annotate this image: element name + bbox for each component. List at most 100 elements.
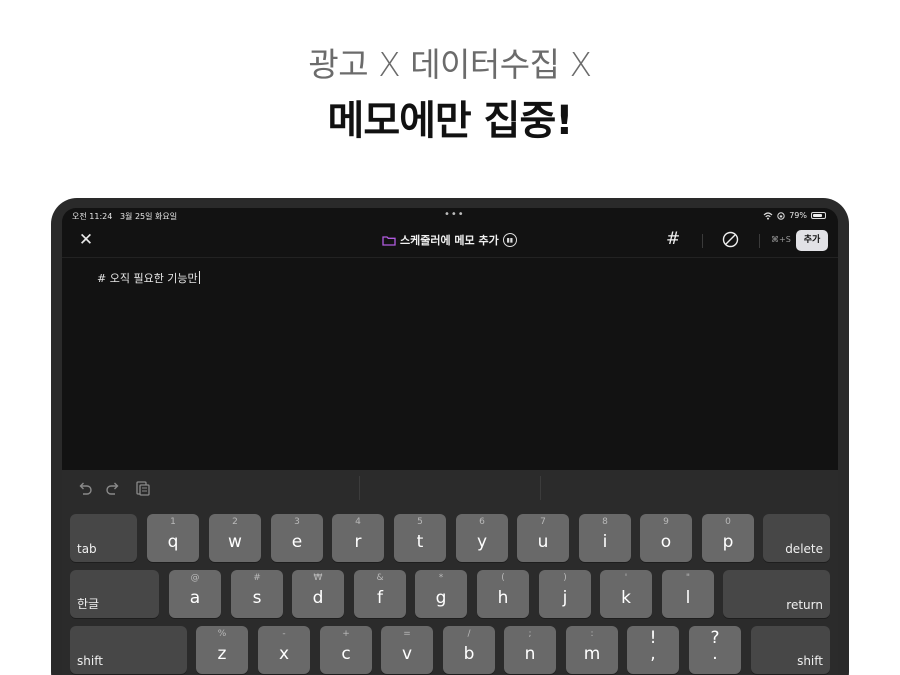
key-z[interactable]: % z: [196, 626, 248, 674]
key-hint: #: [253, 573, 261, 583]
paste-icon[interactable]: [134, 479, 152, 497]
key-v[interactable]: = v: [381, 626, 433, 674]
key-e[interactable]: 3e: [271, 514, 323, 562]
key-period[interactable]: ?.: [689, 626, 741, 674]
key-label: q: [167, 532, 179, 552]
key-hint: /: [467, 629, 471, 639]
key-h[interactable]: (h: [477, 570, 529, 618]
key-return[interactable]: return: [723, 570, 830, 618]
key-label: z: [217, 644, 227, 664]
key-x[interactable]: -x: [258, 626, 310, 674]
key-hint: ): [563, 573, 567, 583]
key-l[interactable]: " l: [662, 570, 714, 618]
editor-toolbar: ✕ 스케줄러에 메모 추가 ▮▮ # ⌘+S 추가: [62, 224, 838, 258]
key-u[interactable]: 7u: [517, 514, 569, 562]
key-k[interactable]: ' k: [600, 570, 652, 618]
key-j[interactable]: ) j: [539, 570, 591, 618]
status-right: 79%: [763, 211, 826, 220]
battery-percent: 79%: [789, 211, 807, 220]
key-hint: 9: [663, 517, 669, 527]
key-hint: +: [342, 629, 350, 639]
note-target-title[interactable]: 스케줄러에 메모 추가 ▮▮: [382, 232, 517, 248]
redo-icon[interactable]: [104, 479, 122, 497]
key-hint: -: [282, 629, 286, 639]
promo-subtitle: 광고 X 데이터수집 X: [308, 45, 592, 84]
key-hint: 2: [232, 517, 238, 527]
key-c[interactable]: + c: [320, 626, 372, 674]
key-label: 한글: [77, 597, 100, 611]
key-label: e: [291, 532, 303, 552]
key-a[interactable]: @ a: [169, 570, 221, 618]
folder-icon: [382, 235, 396, 246]
orientation-lock-icon: [777, 211, 785, 220]
status-time: 오전 11:24 3월 25일 화요일: [72, 212, 178, 221]
key-s[interactable]: # s: [231, 570, 283, 618]
add-button[interactable]: 추가: [796, 230, 828, 251]
key-hint: :: [590, 629, 594, 639]
key-b[interactable]: / b: [443, 626, 495, 674]
key-g[interactable]: * g: [415, 570, 467, 618]
key-i[interactable]: 8i: [579, 514, 631, 562]
key-delete[interactable]: delete: [763, 514, 830, 562]
key-label: p: [722, 532, 734, 552]
key-label: m: [583, 644, 601, 664]
suggestion-divider: [540, 476, 541, 500]
key-label: w: [228, 532, 242, 552]
key-label: g: [435, 588, 447, 608]
key-hint: 5: [417, 517, 423, 527]
key-label: a: [189, 588, 201, 608]
key-hint: 3: [294, 517, 300, 527]
tablet-screen: 오전 11:24 3월 25일 화요일 ••• 79% ✕ 스케줄러에 메모 추…: [62, 208, 838, 675]
key-hint: &: [376, 573, 384, 583]
key-comma[interactable]: !,: [627, 626, 679, 674]
key-label: o: [660, 532, 672, 552]
key-tab[interactable]: tab: [70, 514, 137, 562]
key-hangul[interactable]: 한글: [70, 570, 159, 618]
key-hint: 8: [602, 517, 608, 527]
status-bar: 오전 11:24 3월 25일 화요일 ••• 79%: [62, 208, 838, 224]
key-hint: 7: [540, 517, 546, 527]
promo-title: 메모에만 집중!: [327, 98, 574, 144]
key-hint: 1: [170, 517, 176, 527]
suggestion-divider: [359, 476, 360, 500]
key-shift[interactable]: shift: [751, 626, 830, 674]
key-hint: =: [403, 629, 411, 639]
key-label: x: [278, 644, 290, 664]
close-button[interactable]: ✕: [76, 230, 96, 250]
key-m[interactable]: :m: [566, 626, 618, 674]
key-hint: @: [190, 573, 200, 583]
key-label: c: [341, 644, 351, 664]
key-label: u: [537, 532, 549, 552]
key-primary-label: ,: [650, 644, 656, 664]
key-o[interactable]: 9o: [640, 514, 692, 562]
key-f[interactable]: & f: [354, 570, 406, 618]
toolbar-divider: [702, 234, 703, 248]
key-hint: ₩: [313, 573, 323, 583]
key-q[interactable]: 1q: [147, 514, 199, 562]
toolbar-divider: [759, 234, 760, 248]
key-label: b: [463, 644, 475, 664]
key-n[interactable]: ; n: [504, 626, 556, 674]
key-label: delete: [785, 542, 823, 556]
key-hint: 4: [355, 517, 361, 527]
key-label: j: [562, 588, 568, 608]
hashtag-button[interactable]: #: [666, 229, 680, 249]
multitask-dots-icon[interactable]: •••: [444, 209, 465, 220]
note-editor[interactable]: # 오직 필요한 기능만: [97, 270, 200, 286]
key-r[interactable]: 4r: [332, 514, 384, 562]
undo-icon[interactable]: [76, 479, 94, 497]
key-primary-label: .: [712, 644, 718, 664]
key-label: shift: [797, 654, 823, 668]
key-w[interactable]: 2w: [209, 514, 261, 562]
key-p[interactable]: 0p: [702, 514, 754, 562]
book-icon[interactable]: ▮▮: [502, 233, 517, 247]
key-y[interactable]: 6y: [456, 514, 508, 562]
no-sign-icon[interactable]: [722, 231, 739, 248]
key-label: r: [354, 532, 362, 552]
key-hint: (: [501, 573, 505, 583]
tablet-frame: 오전 11:24 3월 25일 화요일 ••• 79% ✕ 스케줄러에 메모 추…: [51, 198, 849, 675]
key-t[interactable]: 5t: [394, 514, 446, 562]
key-label: d: [312, 588, 324, 608]
key-d[interactable]: ₩ d: [292, 570, 344, 618]
key-shift[interactable]: shift: [70, 626, 187, 674]
